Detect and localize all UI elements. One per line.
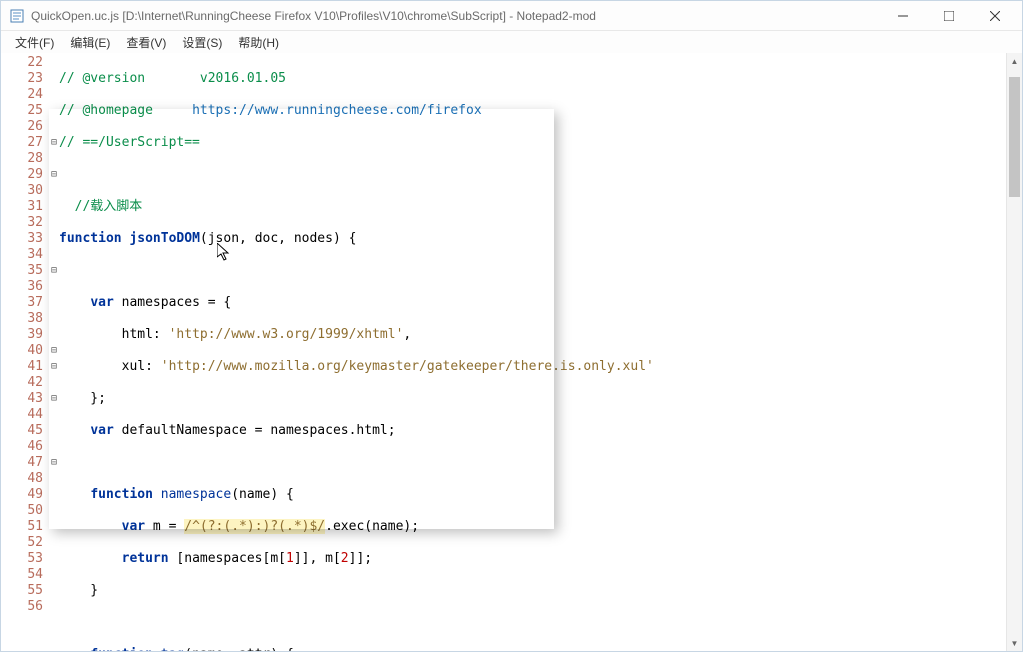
line-number[interactable]: 55 [1, 583, 43, 599]
line-number[interactable]: 41 [1, 359, 43, 375]
line-number[interactable]: 31 [1, 199, 43, 215]
line-number[interactable]: 28 [1, 151, 43, 167]
scroll-down-button[interactable]: ▼ [1007, 635, 1022, 651]
line-number[interactable]: 38 [1, 311, 43, 327]
fold-marker[interactable] [49, 487, 59, 503]
fold-column[interactable]: ⊟⊟⊟⊟⊟⊟⊟ [49, 53, 59, 651]
fold-marker[interactable] [49, 567, 59, 583]
fold-marker[interactable] [49, 407, 59, 423]
fold-marker[interactable] [49, 247, 59, 263]
scroll-track[interactable] [1007, 69, 1022, 635]
fold-marker[interactable] [49, 503, 59, 519]
close-icon [990, 11, 1000, 21]
fold-marker[interactable] [49, 551, 59, 567]
menu-file[interactable]: 文件(F) [7, 32, 62, 53]
line-number[interactable]: 26 [1, 119, 43, 135]
vertical-scrollbar[interactable]: ▲ ▼ [1006, 53, 1022, 651]
line-number[interactable]: 24 [1, 87, 43, 103]
line-number[interactable]: 40 [1, 343, 43, 359]
minimize-icon [898, 11, 908, 21]
maximize-button[interactable] [926, 2, 972, 30]
fold-marker[interactable] [49, 119, 59, 135]
scroll-thumb[interactable] [1009, 77, 1020, 197]
fold-marker[interactable] [49, 183, 59, 199]
line-number[interactable]: 32 [1, 215, 43, 231]
scroll-up-button[interactable]: ▲ [1007, 53, 1022, 69]
line-number[interactable]: 49 [1, 487, 43, 503]
fold-marker[interactable] [49, 519, 59, 535]
fold-marker[interactable] [49, 279, 59, 295]
line-number[interactable]: 30 [1, 183, 43, 199]
line-number[interactable]: 53 [1, 551, 43, 567]
line-number[interactable]: 47 [1, 455, 43, 471]
fold-marker[interactable]: ⊟ [49, 263, 59, 279]
line-number[interactable]: 45 [1, 423, 43, 439]
menu-settings[interactable]: 设置(S) [174, 32, 230, 53]
line-number[interactable]: 37 [1, 295, 43, 311]
menubar: 文件(F) 编辑(E) 查看(V) 设置(S) 帮助(H) [1, 31, 1022, 53]
fold-marker[interactable] [49, 599, 59, 615]
line-number-gutter[interactable]: 2223242526272829303132333435363738394041… [1, 53, 49, 651]
line-number[interactable]: 46 [1, 439, 43, 455]
line-number[interactable]: 33 [1, 231, 43, 247]
fold-marker[interactable] [49, 471, 59, 487]
menu-help[interactable]: 帮助(H) [230, 32, 287, 53]
line-number[interactable]: 27 [1, 135, 43, 151]
fold-marker[interactable]: ⊟ [49, 455, 59, 471]
fold-marker[interactable] [49, 311, 59, 327]
fold-marker[interactable] [49, 87, 59, 103]
fold-marker[interactable]: ⊟ [49, 135, 59, 151]
line-number[interactable]: 44 [1, 407, 43, 423]
fold-marker[interactable] [49, 55, 59, 71]
fold-marker[interactable] [49, 71, 59, 87]
menu-view[interactable]: 查看(V) [118, 32, 174, 53]
line-number[interactable]: 43 [1, 391, 43, 407]
line-number[interactable]: 35 [1, 263, 43, 279]
app-icon [9, 8, 25, 24]
fold-marker[interactable]: ⊟ [49, 359, 59, 375]
line-number[interactable]: 51 [1, 519, 43, 535]
editor-area[interactable]: 2223242526272829303132333435363738394041… [1, 53, 1022, 651]
line-number[interactable]: 23 [1, 71, 43, 87]
fold-marker[interactable] [49, 215, 59, 231]
line-number[interactable]: 25 [1, 103, 43, 119]
close-button[interactable] [972, 2, 1018, 30]
fold-marker[interactable] [49, 231, 59, 247]
fold-marker[interactable]: ⊟ [49, 167, 59, 183]
line-number[interactable]: 56 [1, 599, 43, 615]
menu-edit[interactable]: 编辑(E) [62, 32, 118, 53]
line-number[interactable]: 34 [1, 247, 43, 263]
line-number[interactable]: 29 [1, 167, 43, 183]
minimize-button[interactable] [880, 2, 926, 30]
line-number[interactable]: 54 [1, 567, 43, 583]
line-number[interactable]: 52 [1, 535, 43, 551]
line-number[interactable]: 42 [1, 375, 43, 391]
fold-marker[interactable]: ⊟ [49, 391, 59, 407]
fold-marker[interactable]: ⊟ [49, 343, 59, 359]
code-content[interactable]: // @version v2016.01.05 // @homepage htt… [59, 53, 1022, 651]
line-number[interactable]: 36 [1, 279, 43, 295]
line-number[interactable]: 22 [1, 55, 43, 71]
fold-marker[interactable] [49, 375, 59, 391]
line-number[interactable]: 50 [1, 503, 43, 519]
window-controls [880, 2, 1018, 30]
fold-marker[interactable] [49, 583, 59, 599]
fold-marker[interactable] [49, 199, 59, 215]
maximize-icon [944, 11, 954, 21]
fold-marker[interactable] [49, 327, 59, 343]
titlebar[interactable]: QuickOpen.uc.js [D:\Internet\RunningChee… [1, 1, 1022, 31]
title-text: QuickOpen.uc.js [D:\Internet\RunningChee… [31, 9, 880, 23]
fold-marker[interactable] [49, 295, 59, 311]
fold-marker[interactable] [49, 151, 59, 167]
fold-marker[interactable] [49, 103, 59, 119]
line-number[interactable]: 48 [1, 471, 43, 487]
line-number[interactable]: 39 [1, 327, 43, 343]
fold-marker[interactable] [49, 423, 59, 439]
app-window: QuickOpen.uc.js [D:\Internet\RunningChee… [0, 0, 1023, 652]
fold-marker[interactable] [49, 535, 59, 551]
fold-marker[interactable] [49, 439, 59, 455]
